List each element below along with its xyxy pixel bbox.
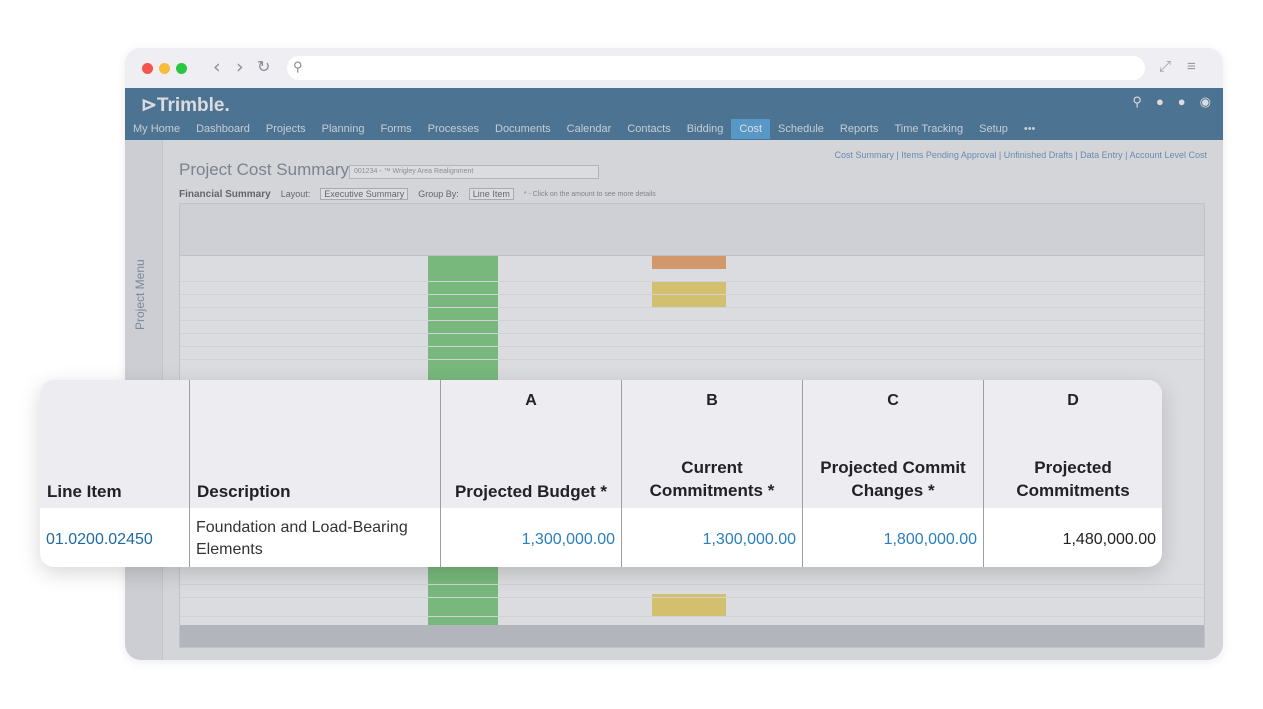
projected-budget-value[interactable]: 1,300,000.00 <box>441 529 621 551</box>
reload-icon[interactable]: ↻ <box>257 57 270 76</box>
column-letter-b: B <box>706 392 718 409</box>
column-b: B Current Commitments * 1,300,000.00 <box>621 380 802 567</box>
maximize-window-button[interactable] <box>176 63 187 74</box>
app-screen: ⊳Trimble. ⚲ ● ● ◉ My Home Dashboard Proj… <box>125 88 1223 660</box>
column-letter-c: C <box>887 392 899 409</box>
column-c: C Projected Commit Changes * 1,800,000.0… <box>802 380 983 567</box>
description-cell: Foundation and Load-Bearing Elements <box>196 519 408 558</box>
column-a: A Projected Budget * 1,300,000.00 <box>440 380 621 567</box>
current-commitments-value[interactable]: 1,300,000.00 <box>622 529 802 551</box>
url-bar[interactable]: ⚲ <box>287 56 1145 80</box>
zoomed-table-callout: Line Item 01.0200.02450 Description Foun… <box>40 380 1162 567</box>
projected-commit-changes-value[interactable]: 1,800,000.00 <box>803 529 983 551</box>
column-line-item: Line Item 01.0200.02450 <box>40 380 189 567</box>
minimize-window-button[interactable] <box>159 63 170 74</box>
back-icon[interactable]: ‹ <box>213 56 221 78</box>
header-projected-commit-changes[interactable]: Projected Commit Changes * <box>803 456 983 502</box>
search-icon: ⚲ <box>293 59 303 74</box>
header-projected-commitments[interactable]: Projected Commitments <box>984 456 1162 502</box>
hamburger-menu-icon[interactable]: ≡ <box>1187 58 1196 75</box>
header-current-commitments[interactable]: Current Commitments * <box>622 456 802 502</box>
header-description[interactable]: Description <box>190 480 440 503</box>
expand-icon[interactable]: ⤢ <box>1159 58 1171 75</box>
column-letter-d: D <box>1067 392 1079 409</box>
header-projected-budget[interactable]: Projected Budget * <box>441 480 621 503</box>
browser-chrome: ‹ › ↻ ⚲ ⤢ ≡ <box>125 48 1223 88</box>
browser-window: ‹ › ↻ ⚲ ⤢ ≡ ⊳Trimble. ⚲ ● ● ◉ My Home Da… <box>125 48 1223 660</box>
header-line-item[interactable]: Line Item <box>40 480 189 503</box>
close-window-button[interactable] <box>142 63 153 74</box>
projected-commitments-value: 1,480,000.00 <box>1062 531 1156 548</box>
column-description: Description Foundation and Load-Bearing … <box>189 380 440 567</box>
column-letter-a: A <box>525 392 537 409</box>
column-d: D Projected Commitments 1,480,000.00 <box>983 380 1162 567</box>
forward-icon[interactable]: › <box>236 56 244 78</box>
line-item-link[interactable]: 01.0200.02450 <box>40 529 189 551</box>
dim-overlay <box>125 88 1223 660</box>
